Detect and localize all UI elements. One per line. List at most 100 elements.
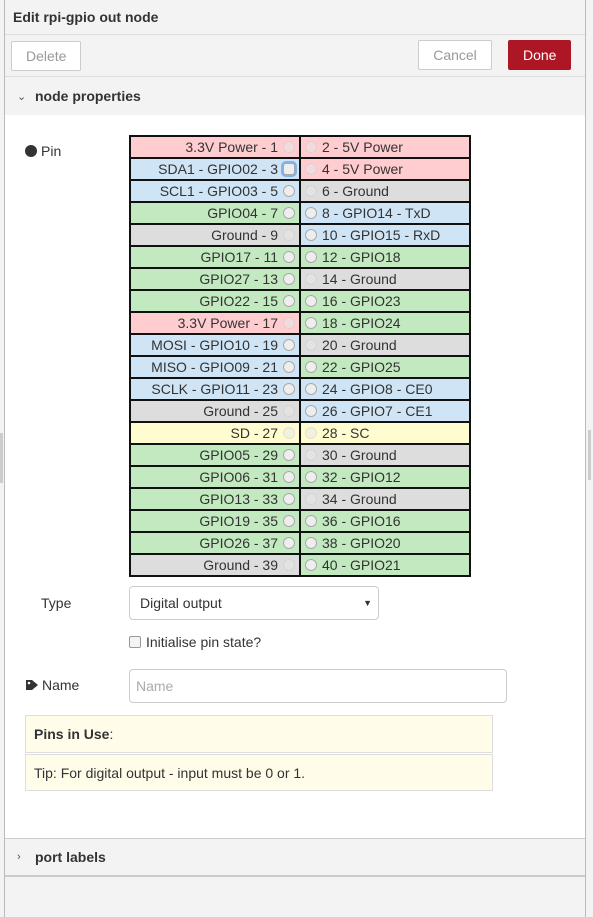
pin-radio[interactable] bbox=[283, 515, 295, 527]
pin-radio[interactable] bbox=[283, 207, 295, 219]
pin-cell-left[interactable]: SDA1 - GPIO02 - 3 bbox=[129, 157, 301, 181]
pin-label-text: GPIO04 - 7 bbox=[207, 205, 278, 221]
section-title: node properties bbox=[35, 88, 141, 104]
pin-radio[interactable] bbox=[305, 295, 317, 307]
pin-radio[interactable] bbox=[283, 251, 295, 263]
pin-cell-left[interactable]: MOSI - GPIO10 - 19 bbox=[129, 333, 301, 357]
pin-cell-left[interactable]: GPIO04 - 7 bbox=[129, 201, 301, 225]
pin-cell-right: 28 - SC bbox=[299, 421, 471, 445]
pin-cell-left: SD - 27 bbox=[129, 421, 301, 445]
pin-row: GPIO26 - 37 38 - GPIO20 bbox=[129, 531, 471, 555]
pin-label-text: 4 - 5V Power bbox=[322, 161, 403, 177]
pin-radio bbox=[305, 141, 317, 153]
pin-radio bbox=[305, 493, 317, 505]
pin-cell-right[interactable]: 40 - GPIO21 bbox=[299, 553, 471, 577]
pin-row: SDA1 - GPIO02 - 3 4 - 5V Power bbox=[129, 157, 471, 181]
pin-cell-right[interactable]: 12 - GPIO18 bbox=[299, 245, 471, 269]
name-input[interactable] bbox=[129, 669, 507, 703]
right-resize-handle[interactable] bbox=[588, 430, 591, 480]
pin-row: GPIO19 - 35 36 - GPIO16 bbox=[129, 509, 471, 533]
initialise-pin-row[interactable]: Initialise pin state? bbox=[129, 634, 261, 650]
section-header-node-properties[interactable]: ⌄ node properties bbox=[5, 77, 585, 115]
pin-cell-right[interactable]: 8 - GPIO14 - TxD bbox=[299, 201, 471, 225]
pin-radio[interactable] bbox=[283, 339, 295, 351]
pin-radio[interactable] bbox=[305, 207, 317, 219]
pin-cell-left[interactable]: MISO - GPIO09 - 21 bbox=[129, 355, 301, 379]
pin-cell-left[interactable]: GPIO26 - 37 bbox=[129, 531, 301, 555]
pin-label-text: SCLK - GPIO11 - 23 bbox=[151, 381, 278, 397]
edit-tray: Edit rpi-gpio out node Delete Cancel Don… bbox=[4, 0, 586, 917]
pin-row: Ground - 9 10 - GPIO15 - RxD bbox=[129, 223, 471, 247]
pin-label-text: MOSI - GPIO10 - 19 bbox=[151, 337, 278, 353]
pin-radio bbox=[283, 229, 295, 241]
pin-radio[interactable] bbox=[283, 185, 295, 197]
pin-label-text: 18 - GPIO24 bbox=[322, 315, 401, 331]
pin-cell-right[interactable]: 36 - GPIO16 bbox=[299, 509, 471, 533]
type-select[interactable]: Digital output ▼ bbox=[129, 586, 379, 620]
name-label-text: Name bbox=[42, 677, 80, 693]
pin-cell-left[interactable]: GPIO06 - 31 bbox=[129, 465, 301, 489]
pin-radio[interactable] bbox=[283, 471, 295, 483]
pin-label-text: 8 - GPIO14 - TxD bbox=[322, 205, 431, 221]
pin-radio[interactable] bbox=[283, 163, 295, 175]
pin-cell-left[interactable]: GPIO19 - 35 bbox=[129, 509, 301, 533]
section-title: port labels bbox=[35, 849, 106, 865]
cancel-button[interactable]: Cancel bbox=[418, 40, 492, 70]
pin-radio[interactable] bbox=[283, 383, 295, 395]
pin-row: 3.3V Power - 17 18 - GPIO24 bbox=[129, 311, 471, 335]
pin-label-text: GPIO22 - 15 bbox=[199, 293, 278, 309]
pins-in-use-box: Pins in Use: bbox=[25, 715, 493, 753]
pin-cell-left[interactable]: GPIO17 - 11 bbox=[129, 245, 301, 269]
pin-label-text: Pin bbox=[41, 143, 62, 159]
pin-cell-right[interactable]: 38 - GPIO20 bbox=[299, 531, 471, 555]
delete-button[interactable]: Delete bbox=[11, 41, 81, 71]
initialise-pin-checkbox[interactable] bbox=[129, 636, 141, 648]
pin-label-text: 38 - GPIO20 bbox=[322, 535, 401, 551]
pin-cell-right[interactable]: 22 - GPIO25 bbox=[299, 355, 471, 379]
pin-radio bbox=[283, 141, 295, 153]
pin-radio[interactable] bbox=[283, 361, 295, 373]
pin-cell-left: Ground - 39 bbox=[129, 553, 301, 577]
pin-row: GPIO17 - 11 12 - GPIO18 bbox=[129, 245, 471, 269]
pin-cell-right[interactable]: 10 - GPIO15 - RxD bbox=[299, 223, 471, 247]
pin-label: Pin bbox=[25, 143, 61, 159]
pin-cell-right[interactable]: 16 - GPIO23 bbox=[299, 289, 471, 313]
pin-radio bbox=[283, 405, 295, 417]
pin-cell-right: 6 - Ground bbox=[299, 179, 471, 203]
pin-radio[interactable] bbox=[305, 471, 317, 483]
pin-cell-left[interactable]: GPIO27 - 13 bbox=[129, 267, 301, 291]
pin-radio[interactable] bbox=[305, 515, 317, 527]
pin-cell-left[interactable]: GPIO22 - 15 bbox=[129, 289, 301, 313]
pin-radio[interactable] bbox=[305, 537, 317, 549]
chevron-down-icon: ⌄ bbox=[17, 90, 27, 103]
pin-radio[interactable] bbox=[305, 251, 317, 263]
pin-cell-right[interactable]: 24 - GPIO8 - CE0 bbox=[299, 377, 471, 401]
pin-radio[interactable] bbox=[283, 295, 295, 307]
pin-radio[interactable] bbox=[305, 559, 317, 571]
section-header-port-labels[interactable]: › port labels bbox=[5, 839, 585, 877]
pin-radio[interactable] bbox=[283, 493, 295, 505]
pin-row: GPIO04 - 7 8 - GPIO14 - TxD bbox=[129, 201, 471, 225]
pin-cell-left[interactable]: GPIO05 - 29 bbox=[129, 443, 301, 467]
pin-cell-left[interactable]: SCLK - GPIO11 - 23 bbox=[129, 377, 301, 401]
caret-down-icon: ▼ bbox=[363, 598, 372, 608]
pin-label-text: 6 - Ground bbox=[322, 183, 389, 199]
pin-cell-left[interactable]: GPIO13 - 33 bbox=[129, 487, 301, 511]
pin-radio[interactable] bbox=[305, 405, 317, 417]
pin-cell-right[interactable]: 26 - GPIO7 - CE1 bbox=[299, 399, 471, 423]
pin-radio[interactable] bbox=[305, 229, 317, 241]
left-resize-handle[interactable] bbox=[0, 433, 3, 483]
pin-label-text: SD - 27 bbox=[230, 425, 278, 441]
pin-radio[interactable] bbox=[305, 383, 317, 395]
pin-label-text: SDA1 - GPIO02 - 3 bbox=[158, 161, 278, 177]
pin-radio[interactable] bbox=[283, 449, 295, 461]
pin-radio[interactable] bbox=[305, 317, 317, 329]
pin-radio[interactable] bbox=[283, 273, 295, 285]
pin-radio[interactable] bbox=[305, 361, 317, 373]
pin-radio[interactable] bbox=[283, 537, 295, 549]
pin-cell-right[interactable]: 18 - GPIO24 bbox=[299, 311, 471, 335]
done-button[interactable]: Done bbox=[508, 40, 571, 70]
pin-cell-right[interactable]: 32 - GPIO12 bbox=[299, 465, 471, 489]
pin-cell-left: Ground - 25 bbox=[129, 399, 301, 423]
pin-cell-left[interactable]: SCL1 - GPIO03 - 5 bbox=[129, 179, 301, 203]
